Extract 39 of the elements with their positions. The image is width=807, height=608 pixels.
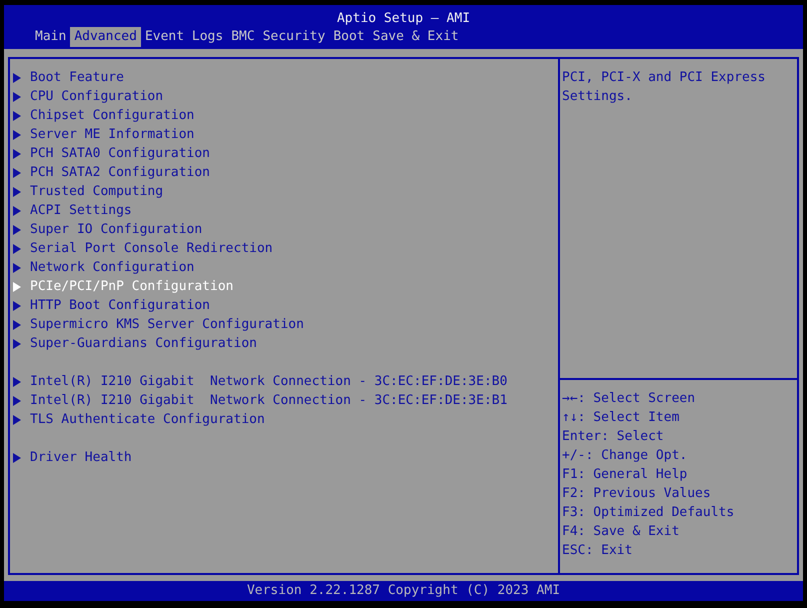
menu-tab[interactable]: Security	[258, 27, 330, 47]
menu-item[interactable]: Network Configuration	[30, 258, 194, 277]
status-bar: Version 2.22.1287 Copyright (C) 2023 AMI	[4, 581, 803, 601]
menu-item[interactable]: Server ME Information	[30, 125, 194, 144]
menu-item[interactable]: Serial Port Console Redirection	[30, 239, 273, 258]
menu-tab[interactable]: Event Logs	[140, 27, 228, 47]
key-hint: +/-: Change Opt.	[562, 447, 688, 465]
menu-tab[interactable]: Save & Exit	[368, 27, 463, 47]
menu-tab[interactable]: Advanced	[70, 27, 141, 47]
key-hint: F2: Previous Values	[562, 485, 712, 503]
menu-item[interactable]: Trusted Computing	[30, 182, 164, 201]
menu-item[interactable]: PCIe/PCI/PnP Configuration	[30, 277, 234, 296]
menu-item[interactable]: TLS Authenticate Configuration	[30, 410, 265, 429]
menu-item[interactable]: CPU Configuration	[30, 87, 164, 106]
menu-item[interactable]: Super-Guardians Configuration	[30, 334, 257, 353]
help-text: PCI, PCI-X and PCI Express Settings.	[560, 59, 797, 380]
menu-item[interactable]: Boot Feature	[30, 68, 124, 87]
menu-item[interactable]: PCH SATA0 Configuration	[30, 144, 210, 163]
menu-item[interactable]: PCH SATA2 Configuration	[30, 163, 210, 182]
window-title: Aptio Setup – AMI	[336, 10, 472, 27]
menu-item[interactable]: Intel(R) I210 Gigabit Network Connection - 3C:EC:EF:DE:3E:B0	[30, 372, 508, 391]
menu-item[interactable]: Super IO Configuration	[30, 220, 202, 239]
menu-item[interactable]: HTTP Boot Configuration	[30, 296, 210, 315]
key-hint: Enter: Select	[562, 428, 665, 446]
key-hint: →←: Select Screen	[562, 390, 696, 408]
key-hint: F3: Optimized Defaults	[562, 504, 736, 522]
menu-item[interactable]: Supermicro KMS Server Configuration	[30, 315, 304, 334]
triangle-icon	[13, 452, 21, 462]
menu-item[interactable]: Driver Health	[30, 448, 132, 467]
menu-item[interactable]: ACPI Settings	[30, 201, 132, 220]
key-hint: F4: Save & Exit	[562, 523, 680, 541]
key-hint: F1: General Help	[562, 466, 688, 484]
menu-tab[interactable]: Main	[31, 27, 70, 47]
menu-item[interactable]: Chipset Configuration	[30, 106, 194, 125]
menu-tab[interactable]: BMC	[227, 27, 259, 47]
key-hint: ESC: Exit	[562, 542, 634, 560]
key-hint: ↑↓: Select Item	[562, 409, 680, 427]
menu-item[interactable]: Intel(R) I210 Gigabit Network Connection - 3C:EC:EF:DE:3E:B1	[30, 391, 508, 410]
menu-tab[interactable]: Boot	[329, 27, 369, 47]
